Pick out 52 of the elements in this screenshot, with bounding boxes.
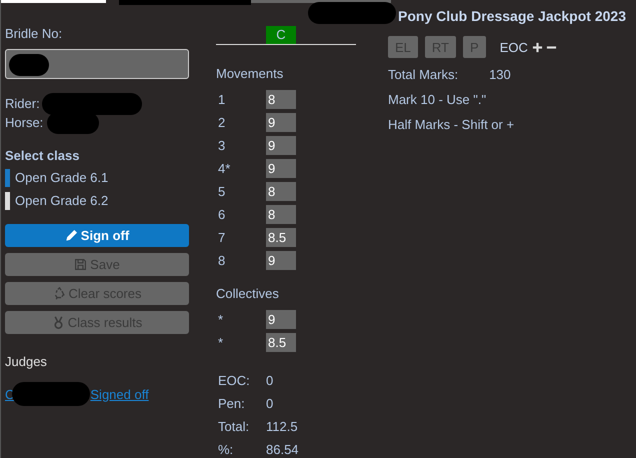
movement-number: 2 — [217, 115, 226, 130]
medal-icon — [52, 316, 65, 329]
summary-value: 112.5 — [266, 419, 298, 435]
movement-number: 4* — [217, 161, 232, 176]
total-marks-value: 130 — [489, 67, 511, 83]
summary-value: 0 — [266, 396, 274, 412]
score-input[interactable]: 8 — [266, 182, 296, 201]
class-option[interactable]: Open Grade 6.2 — [15, 192, 108, 210]
movement-number: 8 — [217, 253, 226, 268]
score-input[interactable]: 9 — [266, 159, 296, 178]
bridle-label: Bridle No: — [5, 26, 64, 42]
movements-heading: Movements — [216, 66, 284, 82]
collective-marker: * — [217, 335, 224, 350]
redaction-mark — [9, 54, 49, 76]
score-input[interactable]: 9 — [266, 113, 296, 132]
hint-text: Mark 10 - Use "." — [388, 92, 488, 108]
collective-marker: * — [217, 312, 224, 327]
recycle-icon — [52, 287, 66, 300]
score-input[interactable]: 9 — [266, 310, 296, 329]
signed-off-link[interactable]: Signed off — [90, 386, 149, 402]
movement-number: 7 — [217, 230, 226, 245]
pencil-icon — [64, 229, 78, 242]
movement-number: 3 — [217, 138, 226, 153]
movement-number: 6 — [217, 207, 226, 222]
summary-label: Total: — [217, 419, 250, 435]
plus-icon[interactable] — [532, 42, 543, 52]
movement-number: 1 — [217, 92, 226, 107]
score-input[interactable]: 8 — [266, 90, 296, 109]
summary-label: %: — [217, 442, 234, 458]
judges-heading: Judges — [5, 354, 48, 370]
total-marks-label: Total Marks: — [388, 67, 458, 83]
rider-label: Rider: — [5, 96, 40, 112]
summary-value: 0 — [266, 373, 274, 389]
hint-text: Half Marks - Shift or + — [388, 117, 516, 133]
summary-label: Pen: — [217, 396, 246, 412]
bridle-input-field[interactable] — [5, 49, 189, 79]
event-title: Pony Club Dressage Jackpot 2023 — [398, 8, 626, 24]
collectives-heading: Collectives — [216, 286, 280, 302]
score-input[interactable]: 9 — [266, 251, 296, 270]
score-input[interactable]: 8 — [266, 205, 296, 224]
eoc-label: EOC — [500, 40, 528, 54]
score-input[interactable]: 9 — [266, 136, 296, 155]
action-button[interactable]: Sign off — [5, 224, 189, 247]
select-class-heading: Select class — [5, 148, 80, 164]
horse-label: Horse: — [5, 114, 44, 130]
score-input[interactable]: 8.5 — [266, 333, 296, 352]
score-input[interactable]: 8.5 — [266, 228, 296, 247]
movement-number: 5 — [217, 184, 226, 199]
position-marker: C — [266, 26, 296, 44]
summary-value: 86.54 — [266, 442, 299, 458]
summary-label: EOC: — [217, 373, 251, 389]
class-option[interactable]: Open Grade 6.1 — [15, 169, 108, 187]
